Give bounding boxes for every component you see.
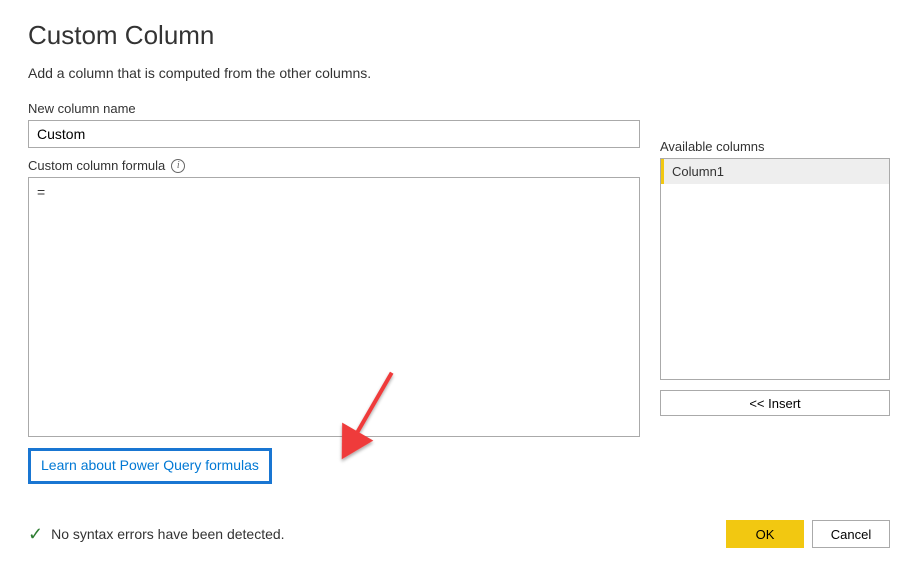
ok-button[interactable]: OK <box>726 520 804 548</box>
learn-link-highlight: Learn about Power Query formulas <box>28 448 272 484</box>
formula-label-row: Custom column formula i <box>28 158 640 173</box>
insert-button[interactable]: << Insert <box>660 390 890 416</box>
dialog-title: Custom Column <box>28 20 890 51</box>
formula-input[interactable] <box>28 177 640 437</box>
new-column-name-input[interactable] <box>28 120 640 148</box>
checkmark-icon: ✓ <box>28 525 43 543</box>
learn-link[interactable]: Learn about Power Query formulas <box>41 457 259 473</box>
available-columns-list[interactable]: Column1 <box>660 158 890 380</box>
info-icon[interactable]: i <box>171 159 185 173</box>
new-column-name-label: New column name <box>28 101 640 116</box>
status-message: No syntax errors have been detected. <box>51 526 284 542</box>
cancel-button[interactable]: Cancel <box>812 520 890 548</box>
dialog-description: Add a column that is computed from the o… <box>28 65 890 81</box>
available-columns-label: Available columns <box>660 139 890 154</box>
list-item[interactable]: Column1 <box>661 159 889 184</box>
formula-label: Custom column formula <box>28 158 165 173</box>
